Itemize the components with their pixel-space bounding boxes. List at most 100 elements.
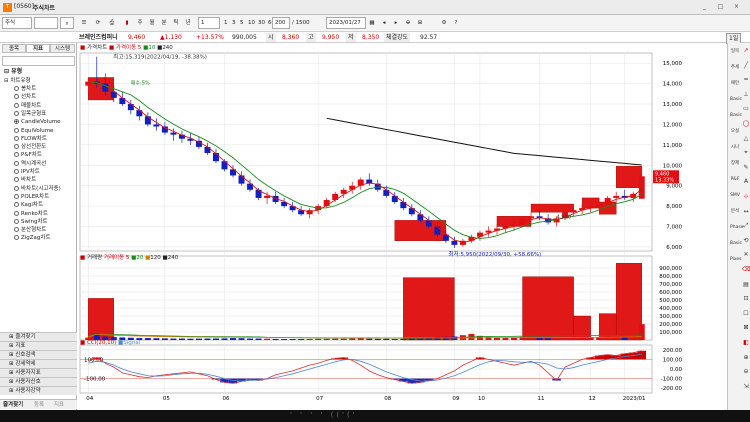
interval-1[interactable]: 1	[224, 17, 232, 29]
panel-section[interactable]: ⊞ 사용자신호	[0, 377, 77, 386]
chart-type-item[interactable]: 역시계곡선	[0, 160, 76, 168]
analysis-tab[interactable]: Basic	[730, 113, 742, 118]
chart-type-icon[interactable]: ☰	[78, 17, 90, 29]
calendar-icon[interactable]: ▦	[368, 17, 376, 29]
drawing-tool-icon[interactable]: ⊖	[742, 368, 750, 376]
drawing-tool-icon[interactable]: ⟲	[742, 237, 750, 245]
chart-type-item[interactable]: P&F차트	[0, 151, 76, 159]
bottom-tab-favorites[interactable]: 즐겨찾기	[3, 401, 23, 409]
candle-icon[interactable]: ▮	[122, 17, 132, 29]
panel-section[interactable]: ⊞ 신호검색	[0, 350, 77, 359]
maximize-button[interactable]: □	[716, 3, 725, 11]
chart-type-item[interactable]: POLER차트	[0, 193, 76, 201]
chart-type-item[interactable]: 매물차트	[0, 102, 76, 110]
radio-icon[interactable]	[14, 110, 19, 116]
radio-icon[interactable]	[14, 218, 19, 224]
tab-week[interactable]: 주	[135, 17, 145, 29]
drawing-tool-icon[interactable]: ↗	[742, 47, 750, 55]
panel-search-input[interactable]	[2, 56, 75, 66]
drawing-tool-icon[interactable]: ☐	[742, 310, 750, 318]
chart-type-item[interactable]: 바차트(시고저종)	[0, 185, 76, 193]
chart-type-item[interactable]: Renko차트	[0, 210, 76, 218]
radio-icon[interactable]	[14, 160, 19, 166]
drawing-tool-icon[interactable]: ⊥	[742, 91, 750, 99]
analysis-tab[interactable]: 패턴	[730, 81, 740, 86]
radio-icon[interactable]	[14, 144, 19, 150]
drawing-tool-icon[interactable]: ═	[742, 76, 750, 84]
chart-type-item[interactable]: 바차트	[0, 176, 76, 184]
drawing-tool-icon[interactable]: ▤	[742, 281, 750, 289]
interval-select[interactable]: 1	[198, 17, 220, 29]
radio-icon[interactable]	[14, 235, 19, 241]
chart-type-item[interactable]: 삼선전환도	[0, 143, 76, 151]
drawing-tool-icon[interactable]: ✕	[742, 251, 750, 259]
group-type[interactable]: ⊟ 유형	[0, 68, 76, 76]
drawing-tool-icon[interactable]: ↔	[742, 208, 750, 216]
drawing-tool-icon[interactable]: ◯	[742, 120, 750, 128]
tab-month[interactable]: 월	[147, 17, 157, 29]
settings-icon[interactable]: ⚙	[440, 17, 448, 29]
analysis-tab[interactable]: 장제	[730, 161, 740, 166]
analysis-tab[interactable]: SMV	[730, 193, 740, 198]
drawing-tool-icon[interactable]: ⌫	[742, 266, 750, 274]
radio-icon[interactable]	[14, 185, 19, 191]
code-input[interactable]	[34, 17, 58, 29]
drawing-tool-icon[interactable]: ◧	[742, 339, 750, 347]
close-button[interactable]: ×	[732, 3, 741, 11]
chart-type-item[interactable]: ZigZag차트	[0, 234, 76, 242]
radio-icon[interactable]	[14, 227, 19, 233]
help-icon[interactable]: ?	[452, 17, 460, 29]
interval-3[interactable]: 3	[232, 17, 240, 29]
date-input[interactable]: 2023/01/27	[326, 17, 366, 29]
radio-icon[interactable]	[14, 152, 19, 158]
analysis-tab[interactable]: Basic	[730, 241, 742, 246]
print-icon[interactable]: ⎙	[106, 17, 118, 29]
drawing-tool-icon[interactable]: ✎	[742, 164, 750, 172]
radio-icon[interactable]	[14, 169, 19, 174]
drawing-tool-icon[interactable]: ⊕	[742, 354, 750, 362]
radio-icon[interactable]	[14, 86, 19, 91]
chart-type-item[interactable]: 일목균형표	[0, 110, 76, 118]
analysis-tab[interactable]: Basic	[730, 97, 742, 102]
zoom-icon[interactable]: ⊕	[404, 17, 412, 29]
drawing-tool-icon[interactable]: ▭	[742, 105, 750, 113]
analysis-tab[interactable]: 추세	[730, 65, 740, 70]
analysis-tab[interactable]: 시나	[730, 145, 740, 150]
analysis-tab[interactable]: 분석	[730, 209, 740, 214]
chart-type-item[interactable]: Kagi차트	[0, 201, 76, 209]
interval-30[interactable]: 30	[258, 17, 268, 29]
drawing-tool-icon[interactable]: ╱	[742, 62, 750, 70]
analysis-tab[interactable]: Phase	[730, 225, 743, 230]
drawing-tool-icon[interactable]: ⤢	[742, 222, 750, 230]
radio-icon[interactable]	[14, 193, 19, 199]
tab-stock[interactable]: 종목	[2, 44, 26, 53]
drawing-tool-icon[interactable]: ⊠	[742, 324, 750, 332]
bottom-tab-register[interactable]: 등록	[34, 401, 44, 409]
minimize-button[interactable]: _	[700, 3, 709, 11]
panel-section[interactable]: ⊞ 지표	[0, 341, 77, 350]
chart-type-item[interactable]: 봉차트	[0, 85, 76, 93]
chart-type-item[interactable]: Swing차트	[0, 218, 76, 226]
chart-type-item[interactable]: FLOW차트	[0, 135, 76, 143]
drawing-tool-icon[interactable]: △	[742, 135, 750, 143]
radio-icon[interactable]	[14, 210, 19, 216]
arrow-icon[interactable]: ◂	[380, 17, 388, 29]
panel-section[interactable]: ⊞ 강세약세	[0, 359, 77, 368]
analysis-tab[interactable]: 일목	[730, 49, 740, 54]
tab-system[interactable]: 시스템	[50, 44, 75, 53]
drawing-tool-icon[interactable]: ⊡	[742, 295, 750, 303]
radio-icon[interactable]	[14, 94, 19, 100]
analysis-tab[interactable]: 오실	[730, 129, 740, 134]
drawing-tool-icon[interactable]: ⌖	[742, 149, 750, 157]
tab-minute[interactable]: 분	[159, 17, 169, 29]
chart-type-item[interactable]: CandleVolume	[0, 118, 76, 126]
tab-year[interactable]: 년	[183, 17, 193, 29]
chart-type-item[interactable]: 선차트	[0, 93, 76, 101]
count-input[interactable]: 200	[272, 17, 290, 29]
market-select[interactable]: 주식	[2, 17, 32, 29]
interval-5[interactable]: 5	[240, 17, 248, 29]
radio-icon[interactable]	[14, 177, 19, 183]
drawing-tool-icon[interactable]: ⊹	[742, 193, 750, 201]
analysis-tab[interactable]: Pixes	[730, 257, 742, 262]
panel-section[interactable]: ⊞ 사용자강약	[0, 386, 77, 395]
